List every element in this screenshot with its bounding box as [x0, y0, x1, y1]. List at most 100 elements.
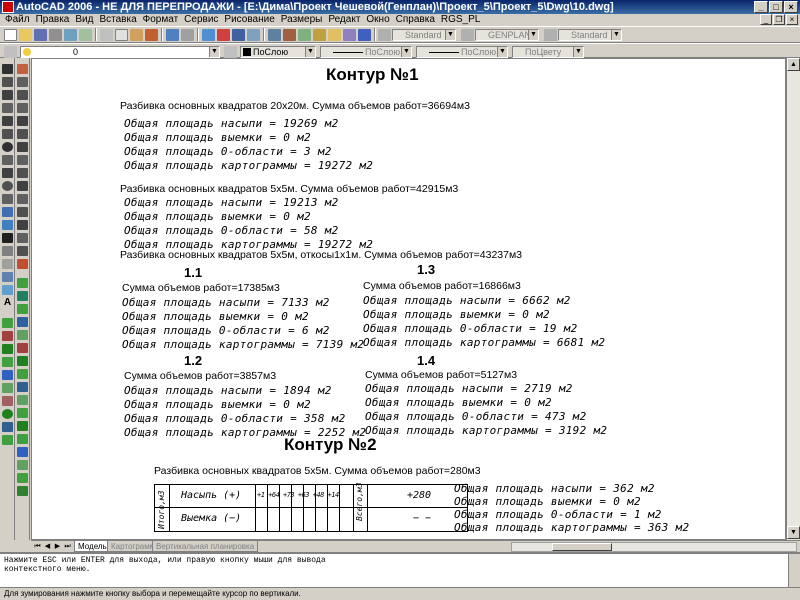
insert-block-icon[interactable] [2, 207, 13, 217]
menu-window[interactable]: Окно [363, 14, 392, 26]
new-file-icon[interactable] [4, 29, 17, 41]
close-button[interactable]: × [784, 1, 798, 13]
custom-tool-17-icon[interactable] [17, 356, 28, 366]
custom-tool-23-icon[interactable] [17, 434, 28, 444]
stretch-icon[interactable] [17, 168, 28, 178]
make-block-icon[interactable] [2, 220, 13, 230]
maximize-button[interactable]: □ [769, 1, 783, 13]
custom-tool-15-icon[interactable] [17, 330, 28, 340]
undo-icon[interactable] [166, 29, 179, 41]
table-style-icon[interactable] [544, 29, 557, 41]
custom-tool-13-icon[interactable] [17, 304, 28, 314]
erase-icon[interactable] [17, 64, 28, 74]
join-icon[interactable] [17, 220, 28, 230]
copy-icon[interactable] [115, 29, 128, 41]
break-icon[interactable] [17, 207, 28, 217]
menu-draw[interactable]: Рисование [221, 14, 277, 26]
spline-icon[interactable] [2, 168, 13, 178]
open-file-icon[interactable] [19, 29, 32, 41]
extend-icon[interactable] [17, 194, 28, 204]
doc-close-button[interactable]: × [786, 14, 798, 25]
print-icon[interactable] [49, 29, 62, 41]
color-select[interactable]: ПоСлою ▼ [240, 46, 316, 58]
text-style-select[interactable]: Standard ▼ [392, 29, 456, 41]
copy-object-icon[interactable] [17, 77, 28, 87]
tab-last-icon[interactable]: ⏭ [63, 542, 72, 552]
cut-icon[interactable] [100, 29, 113, 41]
scroll-up-icon[interactable]: ▲ [787, 58, 800, 71]
help-icon[interactable] [358, 29, 371, 41]
custom-tool-26-icon[interactable] [17, 473, 28, 483]
menu-format[interactable]: Формат [140, 14, 182, 26]
custom-tool-3-icon[interactable] [2, 344, 13, 354]
menu-help[interactable]: Справка [393, 14, 438, 26]
paste-icon[interactable] [130, 29, 143, 41]
custom-tool-6-icon[interactable] [2, 383, 13, 393]
menu-insert[interactable]: Вставка [96, 14, 139, 26]
explode-icon[interactable] [17, 259, 28, 269]
hatch-icon[interactable] [2, 246, 13, 256]
horizontal-scrollbar[interactable] [511, 542, 797, 552]
tab-vertical-planning[interactable]: Вертикальная планировка [152, 541, 259, 552]
rotate-icon[interactable] [17, 142, 28, 152]
custom-tool-2-icon[interactable] [2, 331, 13, 341]
custom-tool-24-icon[interactable] [17, 447, 28, 457]
region-icon[interactable] [2, 272, 13, 282]
gradient-icon[interactable] [2, 259, 13, 269]
custom-tool-8-icon[interactable] [2, 409, 13, 419]
circle-icon[interactable] [2, 142, 13, 152]
doc-minimize-button[interactable]: _ [760, 14, 772, 25]
custom-tool-22-icon[interactable] [17, 421, 28, 431]
custom-tool-14-icon[interactable] [17, 317, 28, 327]
custom-tool-9-icon[interactable] [2, 422, 13, 432]
menu-rgs-pl[interactable]: RGS_PL [438, 14, 483, 26]
table-icon[interactable] [2, 285, 13, 295]
tab-model[interactable]: Модель [74, 541, 111, 552]
tab-prev-icon[interactable]: ◀ [43, 542, 52, 552]
line-icon[interactable] [2, 64, 13, 74]
vertical-scrollbar[interactable]: ▲ ▼ [786, 58, 800, 540]
text-style-icon[interactable] [378, 29, 391, 41]
custom-tool-16-icon[interactable] [17, 343, 28, 353]
scale-icon[interactable] [17, 155, 28, 165]
dim-style-select[interactable]: GENPLAN ▼ [475, 29, 539, 41]
redo-icon[interactable] [181, 29, 194, 41]
markup-icon[interactable] [328, 29, 341, 41]
zoom-previous-icon[interactable] [247, 29, 260, 41]
revision-cloud-icon[interactable] [2, 155, 13, 165]
design-center-icon[interactable] [283, 29, 296, 41]
array-icon[interactable] [17, 116, 28, 126]
menu-file[interactable]: Файл [2, 14, 33, 26]
plot-style-select[interactable]: ПоЦвету ▼ [512, 46, 584, 58]
custom-tool-5-icon[interactable] [2, 370, 13, 380]
custom-tool-1-icon[interactable] [2, 318, 13, 328]
custom-tool-12-icon[interactable] [17, 291, 28, 301]
menu-view[interactable]: Вид [72, 14, 96, 26]
move-icon[interactable] [17, 129, 28, 139]
zoom-window-icon[interactable] [232, 29, 245, 41]
custom-tool-25-icon[interactable] [17, 460, 28, 470]
ellipse-icon[interactable] [2, 181, 13, 191]
trim-icon[interactable] [17, 181, 28, 191]
zoom-realtime-icon[interactable] [217, 29, 230, 41]
tool-palettes-icon[interactable] [298, 29, 311, 41]
custom-tool-7-icon[interactable] [2, 396, 13, 406]
custom-tool-11-icon[interactable] [17, 278, 28, 288]
match-properties-icon[interactable] [145, 29, 158, 41]
doc-restore-button[interactable]: ❐ [773, 14, 785, 25]
arc-icon[interactable] [2, 129, 13, 139]
point-icon[interactable] [2, 233, 13, 243]
pan-icon[interactable] [202, 29, 215, 41]
layer-select[interactable]: 0 ▼ [20, 46, 220, 58]
menu-tools[interactable]: Сервис [181, 14, 221, 26]
construction-line-icon[interactable] [2, 77, 13, 87]
custom-tool-21-icon[interactable] [17, 408, 28, 418]
layer-manager-icon[interactable] [4, 46, 17, 58]
menu-modify[interactable]: Редакт [325, 14, 363, 26]
dim-style-icon[interactable] [461, 29, 474, 41]
tab-next-icon[interactable]: ▶ [53, 542, 62, 552]
publish-icon[interactable] [79, 29, 92, 41]
custom-tool-27-icon[interactable] [17, 486, 28, 496]
custom-tool-20-icon[interactable] [17, 395, 28, 405]
plot-preview-icon[interactable] [64, 29, 77, 41]
